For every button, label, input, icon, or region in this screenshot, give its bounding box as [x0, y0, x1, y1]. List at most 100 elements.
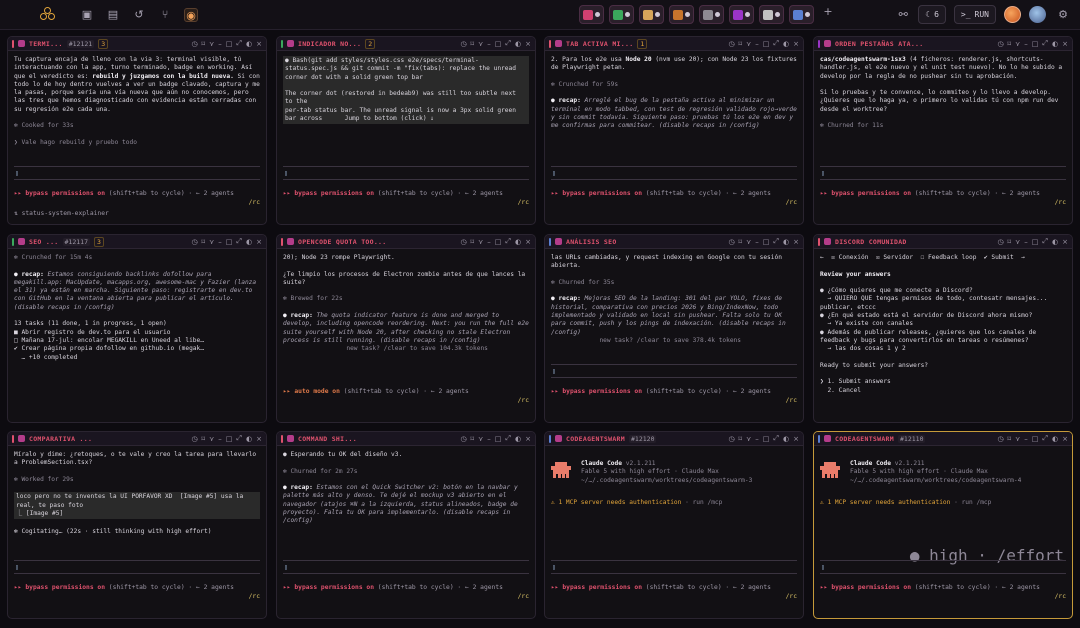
clock-icon[interactable]: ◷ — [460, 238, 466, 246]
moon-icon[interactable]: ◐ — [783, 40, 789, 48]
clock-icon[interactable]: ◷ — [997, 435, 1003, 443]
pane-header[interactable]: INDICADOR NO... 2 ◷ ⌑ ⋎ – □ ⤢ ◐ × — [277, 37, 535, 51]
minimize-icon[interactable]: – — [1024, 40, 1028, 48]
merge-icon[interactable]: ⋎ — [1015, 40, 1020, 48]
close-icon[interactable]: × — [1062, 435, 1068, 443]
close-icon[interactable]: × — [256, 435, 262, 443]
clock-icon[interactable]: ◷ — [191, 238, 197, 246]
prompt-input[interactable]: ▯ — [820, 166, 1066, 180]
bookmark-icon[interactable]: ⌑ — [471, 238, 475, 246]
bookmark-icon[interactable]: ⌑ — [739, 40, 743, 48]
terminal-pane[interactable]: INDICADOR NO... 2 ◷ ⌑ ⋎ – □ ⤢ ◐ × ● Bash(git add s… — [276, 36, 536, 225]
rc-command[interactable]: /rc — [1055, 199, 1066, 206]
maximize-icon[interactable]: □ — [763, 40, 770, 48]
merge-icon[interactable]: ⋎ — [746, 40, 751, 48]
close-icon[interactable]: × — [256, 40, 262, 48]
history-icon[interactable]: ↺ — [132, 8, 146, 22]
merge-icon[interactable]: ⋎ — [746, 435, 751, 443]
terminal-pane[interactable]: CODEAGENTSWARM #12120 ◷ ⌑ ⋎ – □ ⤢ ◐ × Claude Code … — [544, 431, 804, 619]
maximize-icon[interactable]: □ — [226, 40, 233, 48]
bookmark-icon[interactable]: ⌑ — [202, 435, 206, 443]
close-icon[interactable]: × — [1062, 40, 1068, 48]
rc-command[interactable]: /rc — [518, 199, 529, 206]
clock-icon[interactable]: ◷ — [728, 435, 734, 443]
run-button[interactable]: >_ RUN — [953, 5, 996, 24]
moon-icon[interactable]: ◐ — [1052, 40, 1058, 48]
git-branch-icon[interactable]: ⑂ — [158, 8, 172, 22]
prompt-input[interactable]: ▯ — [283, 166, 529, 180]
folder-icon[interactable]: ▤ — [106, 8, 120, 22]
bookmark-icon[interactable]: ⌑ — [1008, 40, 1012, 48]
prompt-input[interactable]: ▯ — [551, 560, 797, 574]
task-number[interactable]: #12121 — [66, 39, 95, 48]
prompt-input[interactable]: ▯ — [551, 364, 797, 378]
terminal-chip[interactable] — [759, 5, 784, 24]
close-icon[interactable]: × — [525, 238, 531, 246]
terminal-pane[interactable]: TAB ACTIVA MI... 1 ◷ ⌑ ⋎ – □ ⤢ ◐ × 2. Para los e2e… — [544, 36, 804, 225]
bookmark-icon[interactable]: ⌑ — [471, 40, 475, 48]
task-number[interactable]: #12110 — [898, 434, 926, 443]
minimize-icon[interactable]: – — [755, 40, 759, 48]
maximize-icon[interactable]: □ — [763, 435, 770, 443]
prompt-input[interactable]: ▯ — [551, 166, 797, 180]
prompt-input[interactable]: ▯ — [14, 166, 260, 180]
moon-icon[interactable]: ◐ — [515, 238, 521, 246]
close-icon[interactable]: × — [256, 238, 262, 246]
rc-command[interactable]: /rc — [1055, 593, 1066, 600]
rc-command[interactable]: /rc — [786, 199, 797, 206]
layout-icon[interactable]: ▣ — [80, 8, 94, 22]
settings-icon[interactable]: ⚙ — [1056, 8, 1070, 22]
fullscreen-icon[interactable]: ⤢ — [773, 39, 779, 48]
close-icon[interactable]: × — [793, 238, 799, 246]
fullscreen-icon[interactable]: ⤢ — [505, 39, 511, 48]
fullscreen-icon[interactable]: ⤢ — [505, 434, 511, 443]
close-icon[interactable]: × — [793, 40, 799, 48]
merge-icon[interactable]: ⋎ — [209, 435, 214, 443]
prompt-input[interactable]: ▯ — [283, 560, 529, 574]
pane-header[interactable]: DISCORD COMUNIDAD ◷ ⌑ ⋎ – □ ⤢ ◐ × — [814, 235, 1072, 249]
maximize-icon[interactable]: □ — [495, 238, 502, 246]
fullscreen-icon[interactable]: ⤢ — [505, 237, 511, 246]
terminal-pane[interactable]: OPENCODE QUOTA TOO... ◷ ⌑ ⋎ – □ ⤢ ◐ × 20); Node 2… — [276, 234, 536, 423]
merge-icon[interactable]: ⋎ — [1015, 435, 1020, 443]
minimize-icon[interactable]: – — [755, 238, 759, 246]
terminal-chip[interactable] — [729, 5, 754, 24]
rc-command[interactable]: /rc — [518, 593, 529, 600]
fullscreen-icon[interactable]: ⤢ — [236, 237, 242, 246]
merge-icon[interactable]: ⋎ — [746, 238, 751, 246]
pane-header[interactable]: ORDEN PESTAÑAS ATA... ◷ ⌑ ⋎ – □ ⤢ ◐ × — [814, 37, 1072, 51]
terminal-chip[interactable] — [669, 5, 694, 24]
maximize-icon[interactable]: □ — [495, 435, 502, 443]
terminal-pane[interactable]: SEO ... #12117 3 ◷ ⌑ ⋎ – □ ⤢ ◐ × ✻ Crunched for 15m… — [7, 234, 267, 423]
camera-icon[interactable]: ◉ — [184, 7, 198, 22]
pane-header[interactable]: COMMAND SHI... ◷ ⌑ ⋎ – □ ⤢ ◐ × — [277, 432, 535, 446]
merge-icon[interactable]: ⋎ — [1015, 238, 1020, 246]
bookmark-icon[interactable]: ⌑ — [202, 40, 206, 48]
globe-avatar[interactable] — [1029, 6, 1046, 23]
pane-header[interactable]: TERMI... #12121 3 ◷ ⌑ ⋎ – □ ⤢ ◐ × — [8, 37, 266, 51]
pane-header[interactable]: OPENCODE QUOTA TOO... ◷ ⌑ ⋎ – □ ⤢ ◐ × — [277, 235, 535, 249]
terminal-pane[interactable]: CODEAGENTSWARM #12110 ◷ ⌑ ⋎ – □ ⤢ ◐ × ● high · /ef… — [813, 431, 1073, 619]
notification-count[interactable]: 3 — [93, 236, 104, 247]
maximize-icon[interactable]: □ — [1032, 435, 1039, 443]
close-icon[interactable]: × — [1062, 238, 1068, 246]
terminal-chip[interactable] — [789, 5, 814, 24]
minimize-icon[interactable]: – — [1024, 238, 1028, 246]
terminal-chip[interactable] — [699, 5, 724, 24]
clock-icon[interactable]: ◷ — [997, 238, 1003, 246]
rc-command[interactable]: /rc — [249, 593, 260, 600]
bookmark-icon[interactable]: ⌑ — [202, 238, 206, 246]
notification-count[interactable]: 2 — [365, 38, 376, 49]
prompt-input[interactable]: ▯ — [14, 560, 260, 574]
terminal-pane[interactable]: TERMI... #12121 3 ◷ ⌑ ⋎ – □ ⤢ ◐ × Tu captura encaja… — [7, 36, 267, 225]
merge-icon[interactable]: ⋎ — [209, 40, 214, 48]
maximize-icon[interactable]: □ — [1032, 238, 1039, 246]
clock-icon[interactable]: ◷ — [728, 238, 734, 246]
minimize-icon[interactable]: – — [218, 238, 222, 246]
minimize-icon[interactable]: – — [487, 238, 491, 246]
minimize-icon[interactable]: – — [218, 40, 222, 48]
terminal-pane[interactable]: ANÁLISIS SEO ◷ ⌑ ⋎ – □ ⤢ ◐ × las URLs cambiadas, … — [544, 234, 804, 423]
bookmark-icon[interactable]: ⌑ — [739, 435, 743, 443]
notification-count[interactable]: 1 — [637, 38, 648, 49]
moon-icon[interactable]: ◐ — [783, 238, 789, 246]
